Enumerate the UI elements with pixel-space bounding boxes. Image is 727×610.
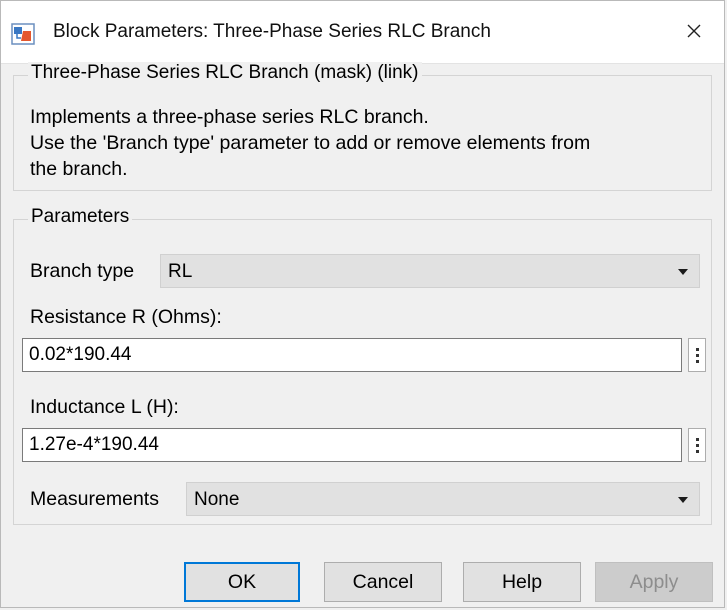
resistance-more-button[interactable]	[688, 338, 706, 372]
close-icon	[686, 23, 702, 44]
parameters-group: Parameters Branch type RL Resistance R (…	[13, 206, 712, 525]
block-parameters-dialog: Block Parameters: Three-Phase Series RLC…	[0, 0, 725, 608]
dot-icon	[695, 353, 699, 357]
resistance-label: Resistance R (Ohms):	[30, 306, 222, 328]
ok-button[interactable]: OK	[184, 562, 300, 602]
measurements-value: None	[194, 489, 240, 510]
chevron-down-icon	[678, 497, 688, 503]
inductance-more-button[interactable]	[688, 428, 706, 462]
dot-icon	[695, 449, 699, 453]
branch-type-value: RL	[168, 261, 193, 282]
resistance-input[interactable]	[22, 338, 682, 372]
parameters-legend: Parameters	[28, 206, 133, 228]
branch-type-select[interactable]: RL	[160, 254, 700, 288]
dot-icon	[695, 359, 699, 363]
description-line-3: the branch.	[30, 158, 128, 180]
description-group: Three-Phase Series RLC Branch (mask) (li…	[13, 62, 712, 191]
description-line-1: Implements a three-phase series RLC bran…	[30, 106, 429, 128]
measurements-select[interactable]: None	[186, 482, 700, 516]
window-title: Block Parameters: Three-Phase Series RLC…	[53, 21, 491, 42]
help-button[interactable]: Help	[463, 562, 581, 602]
dot-icon	[695, 347, 699, 351]
chevron-down-icon	[678, 269, 688, 275]
measurements-label: Measurements	[30, 488, 159, 510]
branch-type-label: Branch type	[30, 260, 135, 282]
title-bar[interactable]: Block Parameters: Three-Phase Series RLC…	[1, 1, 724, 64]
dot-icon	[695, 437, 699, 441]
description-line-2: Use the 'Branch type' parameter to add o…	[30, 132, 591, 154]
cancel-button[interactable]: Cancel	[324, 562, 442, 602]
dot-icon	[695, 443, 699, 447]
close-button[interactable]	[672, 13, 716, 53]
simulink-block-icon	[11, 23, 35, 45]
inductance-input[interactable]	[22, 428, 682, 462]
description-legend: Three-Phase Series RLC Branch (mask) (li…	[28, 62, 422, 84]
apply-button[interactable]: Apply	[595, 562, 713, 602]
inductance-label: Inductance L (H):	[30, 396, 179, 418]
